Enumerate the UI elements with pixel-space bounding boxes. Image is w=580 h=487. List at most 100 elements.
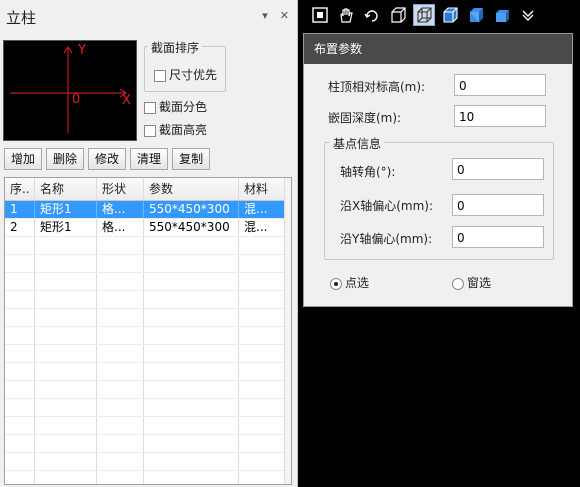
- add-button[interactable]: 增加: [4, 148, 43, 170]
- empty-cell: [97, 435, 144, 452]
- empty-table-row: [5, 327, 291, 345]
- delete-button[interactable]: 删除: [46, 148, 85, 170]
- x-offset-label: 沿X轴偏心(mm):: [340, 199, 434, 213]
- shaded-wire-box-icon[interactable]: [413, 4, 435, 26]
- radio-button[interactable]: [452, 277, 464, 290]
- empty-table-row: [5, 471, 291, 484]
- pan-hand-icon[interactable]: [335, 4, 357, 26]
- cell-params: 550*450*300: [144, 219, 239, 236]
- empty-table-row: [5, 291, 291, 309]
- col-material[interactable]: 材料: [239, 178, 285, 200]
- empty-cell: [35, 417, 97, 434]
- empty-cell: [97, 273, 144, 290]
- empty-cell: [35, 291, 97, 308]
- empty-cell: [5, 471, 35, 484]
- empty-cell: [5, 453, 35, 470]
- empty-cell: [239, 273, 285, 290]
- close-icon[interactable]: ✕: [280, 9, 289, 22]
- axis-y-label: Y: [78, 43, 86, 58]
- pin-dropdown-icon[interactable]: ▾: [262, 9, 268, 22]
- x-offset-input[interactable]: 0: [452, 194, 544, 216]
- table-row[interactable]: 2 矩形1 格... 550*450*300 混...: [5, 219, 291, 237]
- section-preview: Y X 0: [3, 40, 137, 141]
- empty-cell: [35, 435, 97, 452]
- empty-cell: [144, 471, 239, 484]
- col-index[interactable]: 序..: [5, 178, 35, 200]
- empty-table-row: [5, 453, 291, 471]
- y-offset-input[interactable]: 0: [452, 226, 544, 248]
- top-elev-input[interactable]: 0: [454, 74, 546, 96]
- y-offset-label: 沿Y轴偏心(mm):: [340, 232, 433, 246]
- solid-blue-box-2-icon[interactable]: [491, 4, 513, 26]
- empty-cell: [5, 399, 35, 416]
- empty-cell: [35, 453, 97, 470]
- wireframe-box-icon[interactable]: [387, 4, 409, 26]
- empty-cell: [5, 309, 35, 326]
- rotate-view-icon[interactable]: [361, 4, 383, 26]
- point-select-radio[interactable]: 点选: [330, 274, 369, 291]
- table-scrollbar[interactable]: [284, 178, 291, 484]
- solid-box-icon[interactable]: [439, 4, 461, 26]
- empty-table-row: [5, 273, 291, 291]
- more-chevron-icon[interactable]: [517, 4, 539, 26]
- empty-cell: [5, 291, 35, 308]
- action-buttons: 增加 删除 修改 清理 复制: [4, 148, 211, 170]
- modify-button[interactable]: 修改: [88, 148, 127, 170]
- radio-button[interactable]: [330, 277, 342, 290]
- rotation-input[interactable]: 0: [452, 158, 544, 180]
- empty-cell: [144, 345, 239, 362]
- empty-cell: [5, 363, 35, 380]
- empty-cell: [35, 381, 97, 398]
- cell-name: 矩形1: [35, 201, 97, 218]
- empty-cell: [5, 417, 35, 434]
- empty-cell: [5, 345, 35, 362]
- column-panel: 立柱 ▾ ✕ Y X 0 截面排序 尺寸优先 截面分色 截面高亮 增加 删除 修…: [0, 0, 298, 487]
- cell-shape: 格...: [97, 201, 144, 218]
- empty-cell: [239, 345, 285, 362]
- section-highlight-checkbox[interactable]: 截面高亮: [144, 121, 207, 138]
- empty-cell: [97, 381, 144, 398]
- section-color-checkbox[interactable]: 截面分色: [144, 98, 207, 115]
- table-row[interactable]: 1 矩形1 格... 550*450*300 混...: [5, 201, 291, 219]
- checkbox-box[interactable]: [154, 69, 166, 82]
- empty-cell: [144, 363, 239, 380]
- col-name[interactable]: 名称: [35, 178, 97, 200]
- empty-rows: [5, 237, 291, 484]
- window-select-radio[interactable]: 窗选: [452, 274, 491, 291]
- cell-material: 混...: [239, 201, 285, 218]
- empty-cell: [5, 255, 35, 272]
- top-elev-label: 柱顶相对标高(m):: [328, 80, 426, 94]
- empty-cell: [97, 471, 144, 484]
- clear-button[interactable]: 清理: [130, 148, 169, 170]
- checkbox-box[interactable]: [144, 101, 156, 114]
- point-select-label: 点选: [345, 276, 370, 290]
- checkbox-box[interactable]: [144, 124, 156, 137]
- cell-name: 矩形1: [35, 219, 97, 236]
- section-highlight-label: 截面高亮: [159, 123, 208, 137]
- window-select-label: 窗选: [467, 276, 492, 290]
- col-shape[interactable]: 形状: [97, 178, 144, 200]
- embed-depth-input[interactable]: 10: [454, 105, 546, 127]
- axis-diagram: [10, 46, 127, 133]
- empty-cell: [144, 381, 239, 398]
- cell-index: 1: [5, 201, 35, 218]
- table-header: 序.. 名称 形状 参数 材料: [5, 178, 291, 201]
- empty-cell: [144, 291, 239, 308]
- cell-shape: 格...: [97, 219, 144, 236]
- empty-cell: [35, 471, 97, 484]
- empty-cell: [144, 273, 239, 290]
- col-params[interactable]: 参数: [144, 178, 239, 200]
- solid-blue-box-icon[interactable]: [465, 4, 487, 26]
- empty-cell: [239, 237, 285, 254]
- empty-cell: [144, 327, 239, 344]
- rotation-label: 轴转角(°):: [340, 165, 396, 179]
- empty-cell: [35, 363, 97, 380]
- empty-cell: [239, 363, 285, 380]
- empty-cell: [239, 381, 285, 398]
- empty-cell: [97, 453, 144, 470]
- empty-cell: [144, 435, 239, 452]
- size-priority-checkbox[interactable]: 尺寸优先: [154, 66, 217, 83]
- panel-title: 立柱: [6, 9, 37, 27]
- fit-view-icon[interactable]: [309, 4, 331, 26]
- copy-button[interactable]: 复制: [172, 148, 211, 170]
